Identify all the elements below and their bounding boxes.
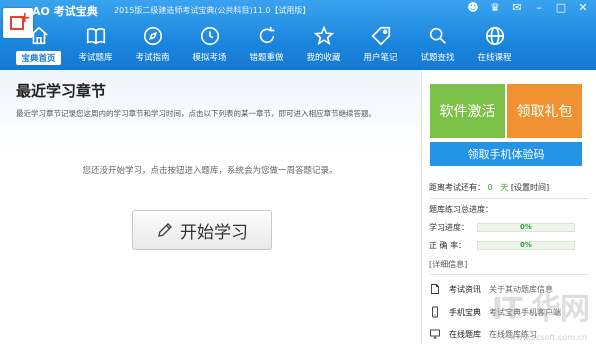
document-icon (431, 284, 439, 294)
tab-exam-guide[interactable]: 考试指南 (124, 22, 181, 66)
accuracy-bar: 0% (477, 241, 575, 250)
tag-icon (371, 26, 390, 46)
tab-user-notes[interactable]: 用户笔记 (352, 22, 409, 66)
book-icon (86, 28, 105, 45)
exam-countdown: 距离考试还有： 0 天 [设置时间] (429, 182, 549, 193)
message-icon[interactable]: ✉ (510, 1, 524, 15)
divider (429, 198, 589, 199)
claim-gift-button[interactable]: 领取礼包 (507, 84, 582, 138)
activate-software-button[interactable]: 软件激活 (430, 84, 505, 138)
window-title: 2015版二级建造师考试宝典(公共科目)11.0【试用版】 (114, 6, 311, 15)
side-panel: 软件激活 领取礼包 领取手机体验码 距离考试还有： 0 天 [设置时间] 题库练… (421, 70, 596, 344)
tab-label: 考试题库 (78, 53, 113, 63)
exam-countdown-label: 距离考试还有： (429, 183, 485, 192)
tab-label: 模拟考场 (192, 53, 227, 63)
link-title: 手机宝典 (449, 307, 481, 317)
tab-label: 错题重做 (249, 53, 284, 63)
tab-mock-exam[interactable]: 模拟考场 (181, 22, 238, 66)
set-time-link[interactable]: [设置时间] (511, 183, 549, 192)
search-icon (429, 27, 446, 44)
link-desc: 关于其动题库信息 (489, 284, 553, 294)
phone-icon (432, 306, 438, 318)
link-exam-news[interactable]: 考试资讯 关于其动题库信息 (429, 283, 553, 295)
exam-countdown-unit: 天 (500, 183, 509, 192)
shirt-icon[interactable]: ♛ (488, 1, 502, 15)
tab-redo-wrong[interactable]: 错题重做 (238, 22, 295, 66)
user-icon[interactable]: ☻ (466, 1, 480, 15)
main-nav: 宝典首页 考试题库 考试指南 模拟考场 错题重做 我的收藏 用户笔记 试题查找 (10, 22, 523, 66)
tab-label: 宝典首页 (16, 51, 61, 65)
tab-label: 考试指南 (135, 53, 170, 63)
clock-icon (200, 26, 219, 46)
brand-name: AO 考试宝典 (32, 5, 98, 18)
window-controls: ☻ ♛ ✉ – □ ✕ (466, 1, 590, 15)
tab-home[interactable]: 宝典首页 (10, 22, 67, 66)
get-phone-code-button[interactable]: 领取手机体验码 (430, 142, 582, 166)
maximize-icon[interactable]: □ (554, 1, 568, 15)
page-title: 最近学习章节 (16, 82, 107, 100)
tab-label: 用户笔记 (363, 53, 398, 63)
details-link[interactable]: [详细信息] (429, 259, 467, 270)
start-learning-label: 开始学习 (180, 222, 248, 243)
home-icon (29, 26, 48, 45)
compass-icon (143, 26, 162, 46)
tab-online-courses[interactable]: 在线课程 (466, 22, 523, 66)
link-desc: 考试宝典手机客户端 (489, 307, 561, 317)
globe-icon (485, 26, 504, 46)
pencil-icon (158, 223, 172, 237)
accuracy-label: 正 确 率： (429, 241, 467, 250)
tab-label: 我的收藏 (306, 53, 341, 63)
tab-question-search[interactable]: 试题查找 (409, 22, 466, 66)
title-bar: + AO 考试宝典 2015版二级建造师考试宝典(公共科目)11.0【试用版】 … (0, 0, 596, 70)
link-title: 考试资讯 (449, 284, 481, 294)
divider (429, 274, 589, 275)
section-description: 最近学习章节记录您这周内的学习章节和学习时间，点击以下列表的某一章节，即可进入相… (16, 109, 376, 118)
refresh-icon (259, 26, 274, 44)
empty-state-message: 您还没开始学习，点击按钮进入题库，系统会为您做一周答题记录。 (82, 166, 338, 176)
minus-icon[interactable]: – (532, 1, 546, 15)
progress-title: 题库练习总进度： (429, 205, 493, 214)
link-mobile-app[interactable]: 手机宝典 考试宝典手机客户端 (429, 306, 561, 318)
watermark-url: www.pcsoft.com.cn (509, 333, 587, 342)
study-progress-bar: 0% (477, 223, 575, 232)
tab-label: 试题查找 (420, 53, 455, 63)
tab-label: 在线课程 (477, 53, 512, 63)
monitor-icon (430, 329, 440, 339)
exam-countdown-value: 0 (487, 183, 493, 192)
star-icon (313, 25, 334, 46)
tab-question-bank[interactable]: 考试题库 (67, 22, 124, 66)
link-title: 在线题库 (449, 329, 481, 339)
close-icon[interactable]: ✕ (576, 1, 590, 15)
tab-favorites[interactable]: 我的收藏 (295, 22, 352, 66)
main-panel: 最近学习章节 最近学习章节记录您这周内的学习章节和学习时间，点击以下列表的某一章… (0, 70, 420, 344)
study-progress-label: 学习进度： (429, 223, 469, 232)
start-learning-button[interactable]: 开始学习 (132, 210, 272, 250)
